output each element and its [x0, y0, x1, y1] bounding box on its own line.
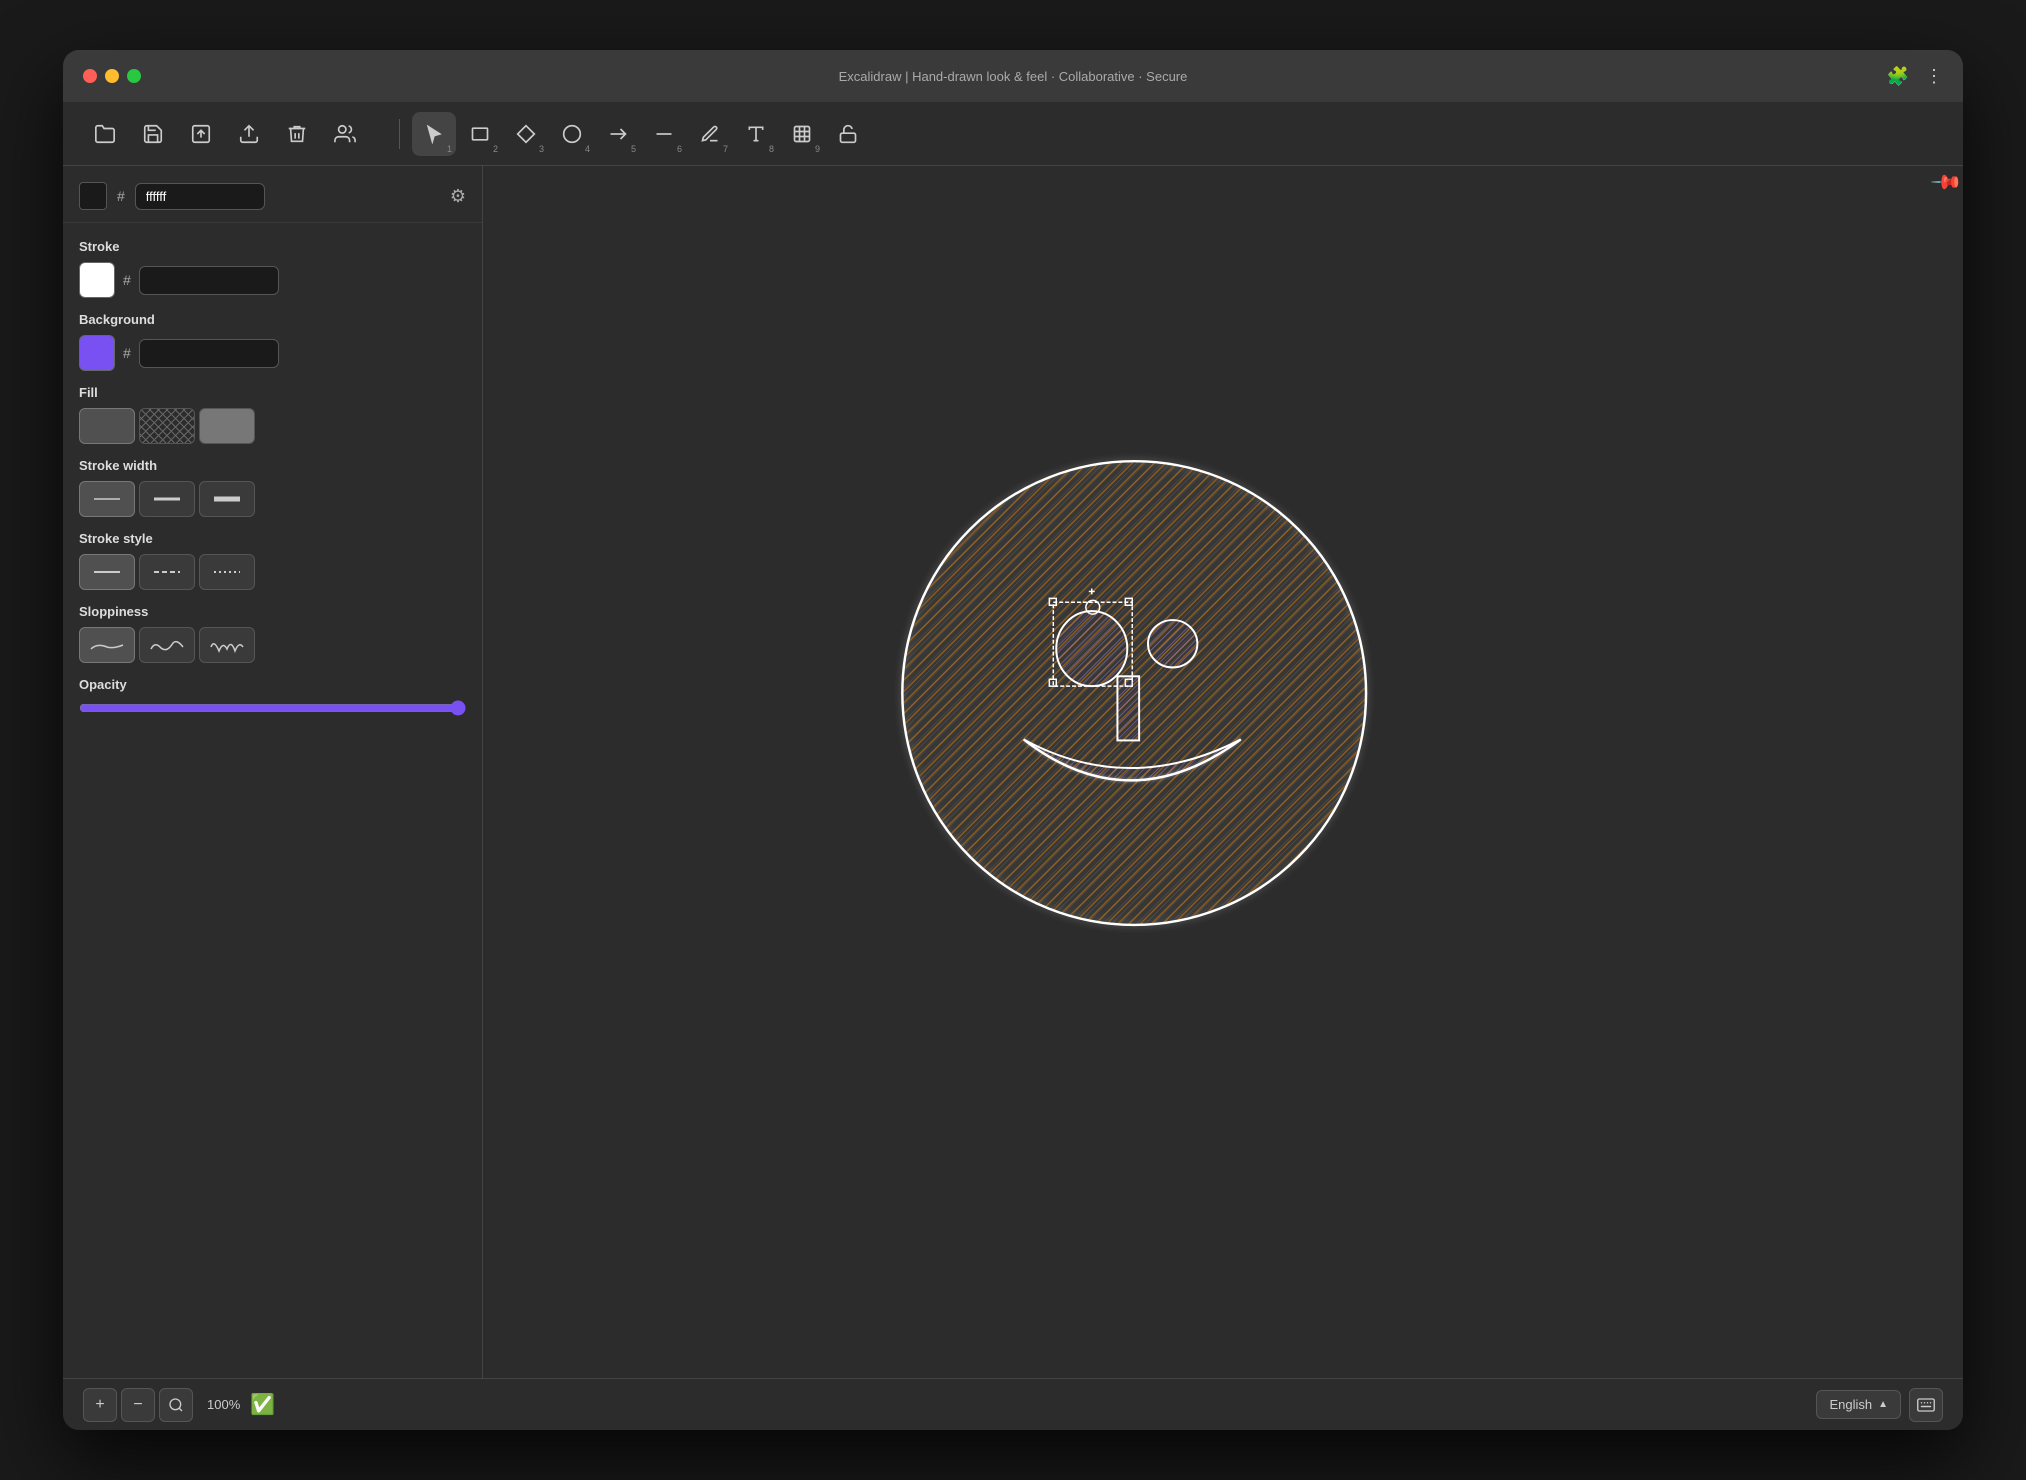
bg-color-section: # ffffff ⚙ [63, 166, 482, 223]
main-content: # ffffff ⚙ Stroke # 000000 Background [63, 166, 1963, 1378]
stroke-width-label: Stroke width [79, 458, 466, 473]
background-label: Background [79, 312, 466, 327]
stroke-dotted-button[interactable] [199, 554, 255, 590]
arrow-tool[interactable]: 5 [596, 112, 640, 156]
pencil-tool[interactable]: 7 [688, 112, 732, 156]
fill-section: Fill [79, 385, 466, 444]
export-image-button[interactable] [179, 112, 223, 156]
line-tool[interactable]: 6 [642, 112, 686, 156]
bg-hash: # [123, 345, 131, 361]
stroke-label: Stroke [79, 239, 466, 254]
app-window: Excalidraw | Hand-drawn look & feel · Co… [63, 50, 1963, 1430]
bg-color-input[interactable]: ffffff [135, 183, 265, 210]
opacity-slider[interactable] [79, 700, 466, 716]
bg-color-input2[interactable]: 7950f2 [139, 339, 279, 368]
menu-icon[interactable]: ⋮ [1925, 66, 1943, 87]
stroke-dashed-button[interactable] [139, 554, 195, 590]
stroke-thin-button[interactable] [79, 481, 135, 517]
stroke-hash: # [123, 272, 131, 288]
file-tools [83, 112, 367, 156]
export-button[interactable] [227, 112, 271, 156]
sloppiness-2-button[interactable] [139, 627, 195, 663]
sloppiness-group [79, 627, 466, 663]
color-settings-button[interactable]: ⚙ [450, 186, 466, 207]
traffic-lights [83, 69, 141, 83]
bottom-bar: + − 100% ✅ English ▲ [63, 1378, 1963, 1430]
background-row: # 7950f2 [79, 335, 466, 371]
text-tool[interactable]: 8 [734, 112, 778, 156]
opacity-label: Opacity [79, 677, 466, 692]
extensions-icon[interactable]: 🧩 [1887, 66, 1909, 87]
fill-style-group [79, 408, 466, 444]
hash-icon: # [117, 188, 125, 204]
toolbar-divider [399, 119, 400, 149]
zoom-level: 100% [197, 1397, 250, 1412]
stroke-section: Stroke # 000000 [79, 239, 466, 298]
diamond-tool[interactable]: 3 [504, 112, 548, 156]
opacity-section: Opacity [79, 677, 466, 721]
bg-color-swatch2[interactable] [79, 335, 115, 371]
select-tool[interactable]: 1 [412, 112, 456, 156]
title-bar-actions: 🧩 ⋮ [1887, 66, 1943, 87]
keyboard-button[interactable] [1909, 1388, 1943, 1422]
sloppiness-1-button[interactable] [79, 627, 135, 663]
maximize-button[interactable] [127, 69, 141, 83]
fill-solid-button[interactable] [199, 408, 255, 444]
stroke-style-label: Stroke style [79, 531, 466, 546]
language-selector[interactable]: English ▲ [1816, 1390, 1901, 1419]
minimize-button[interactable] [105, 69, 119, 83]
stroke-width-section: Stroke width [79, 458, 466, 517]
title-bar: Excalidraw | Hand-drawn look & feel · Co… [63, 50, 1963, 102]
ellipse-tool[interactable]: 4 [550, 112, 594, 156]
stroke-style-group [79, 554, 466, 590]
clear-button[interactable] [275, 112, 319, 156]
open-button[interactable] [83, 112, 127, 156]
rectangle-tool[interactable]: 2 [458, 112, 502, 156]
bottom-right: English ▲ [1816, 1388, 1943, 1422]
canvas-area[interactable]: 📌 [483, 166, 1963, 1378]
zoom-reset-button[interactable] [159, 1388, 193, 1422]
stroke-color-input[interactable]: 000000 [139, 266, 279, 295]
sloppiness-section: Sloppiness [79, 604, 466, 663]
image-tool[interactable]: 9 [780, 112, 824, 156]
zoom-controls: + − 100% [83, 1388, 250, 1422]
fill-crosshatch-button[interactable] [139, 408, 195, 444]
properties-panel: Stroke # 000000 Background # 7950f2 [63, 223, 482, 1378]
close-button[interactable] [83, 69, 97, 83]
chevron-up-icon: ▲ [1878, 1399, 1888, 1410]
drawing-tools: 1 2 3 4 [412, 112, 870, 156]
stroke-width-group [79, 481, 466, 517]
stroke-solid-button[interactable] [79, 554, 135, 590]
window-title: Excalidraw | Hand-drawn look & feel · Co… [839, 69, 1188, 84]
zoom-out-button[interactable]: − [121, 1388, 155, 1422]
stroke-medium-button[interactable] [139, 481, 195, 517]
fill-hatch-button[interactable] [79, 408, 135, 444]
canvas-svg[interactable] [483, 166, 1963, 1378]
toolbar: 1 2 3 4 [63, 102, 1963, 166]
bg-color-swatch[interactable] [79, 182, 107, 210]
save-button[interactable] [131, 112, 175, 156]
sloppiness-label: Sloppiness [79, 604, 466, 619]
left-panel: # ffffff ⚙ Stroke # 000000 Background [63, 166, 483, 1378]
collaborate-button[interactable] [323, 112, 367, 156]
stroke-color-swatch[interactable] [79, 262, 115, 298]
stroke-style-section: Stroke style [79, 531, 466, 590]
sloppiness-3-button[interactable] [199, 627, 255, 663]
lock-tool[interactable] [826, 112, 870, 156]
zoom-in-button[interactable]: + [83, 1388, 117, 1422]
background-section: Background # 7950f2 [79, 312, 466, 371]
fill-label: Fill [79, 385, 466, 400]
stroke-row: # 000000 [79, 262, 466, 298]
stroke-thick-button[interactable] [199, 481, 255, 517]
secure-badge: ✅ [250, 1392, 275, 1417]
language-label: English [1829, 1397, 1872, 1412]
